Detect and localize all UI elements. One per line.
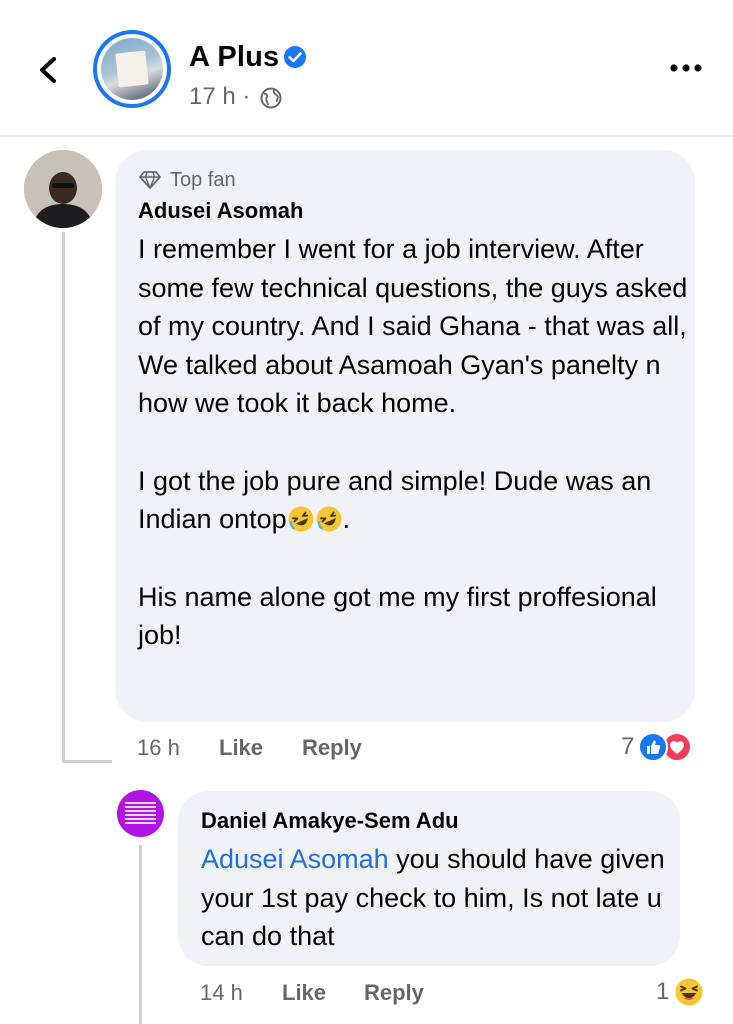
verified-badge-icon	[284, 46, 306, 68]
comment-time[interactable]: 16 h	[137, 735, 180, 761]
chevron-left-icon[interactable]	[30, 50, 70, 90]
reply-author[interactable]: Daniel Amakye-Sem Adu	[201, 808, 459, 834]
reply-text: Adusei Asomah you should have given your…	[201, 840, 671, 956]
comment-paragraph: I remember I went for a job interview. A…	[138, 234, 688, 418]
post-timestamp[interactable]: 17 h ·	[189, 83, 250, 111]
page-name[interactable]: A Plus	[189, 41, 279, 74]
page-avatar-image	[101, 38, 163, 100]
comment-text-span: I got the job pure and simple! Dude was …	[138, 465, 652, 535]
reply-reaction-count: 1	[656, 978, 670, 1005]
haha-reaction-icon	[673, 976, 705, 1008]
mention-link[interactable]: Adusei Asomah	[201, 844, 389, 874]
post-header: A Plus 17 h ·	[0, 0, 733, 137]
like-button[interactable]: Like	[219, 735, 263, 761]
comment-paragraph: I got the job pure and simple! Dude was …	[138, 462, 690, 539]
top-fan-label: Top fan	[170, 168, 236, 191]
reply-reaction-summary[interactable]: 1	[656, 976, 705, 1008]
reply-button[interactable]: Reply	[302, 735, 362, 761]
like-reaction-icon	[638, 732, 669, 762]
top-fan-badge: Top fan	[138, 167, 236, 193]
thread-connector	[62, 760, 112, 763]
page-avatar[interactable]	[93, 30, 171, 108]
comment-text: I remember I went for a job interview. A…	[138, 230, 690, 655]
reply-like-button[interactable]: Like	[282, 980, 326, 1006]
reply-thread-line	[139, 845, 142, 1024]
rolling-laughing-emoji-icon	[288, 506, 314, 532]
rolling-laughing-emoji-icon	[316, 506, 342, 532]
reply-time[interactable]: 14 h	[200, 980, 243, 1006]
more-options-icon[interactable]	[668, 60, 704, 76]
comment-author[interactable]: Adusei Asomah	[138, 198, 303, 224]
diamond-icon	[139, 171, 161, 189]
reply-author-avatar[interactable]	[117, 790, 164, 837]
comment-text-span: .	[342, 504, 351, 534]
comment-paragraph: His name alone got me my first proffesio…	[138, 581, 657, 651]
reaction-summary[interactable]: 7	[621, 732, 693, 762]
reaction-count: 7	[621, 733, 635, 760]
commenter-avatar[interactable]	[24, 150, 102, 228]
thread-line	[62, 232, 65, 762]
globe-icon	[260, 87, 282, 109]
reply-reply-button[interactable]: Reply	[364, 980, 424, 1006]
